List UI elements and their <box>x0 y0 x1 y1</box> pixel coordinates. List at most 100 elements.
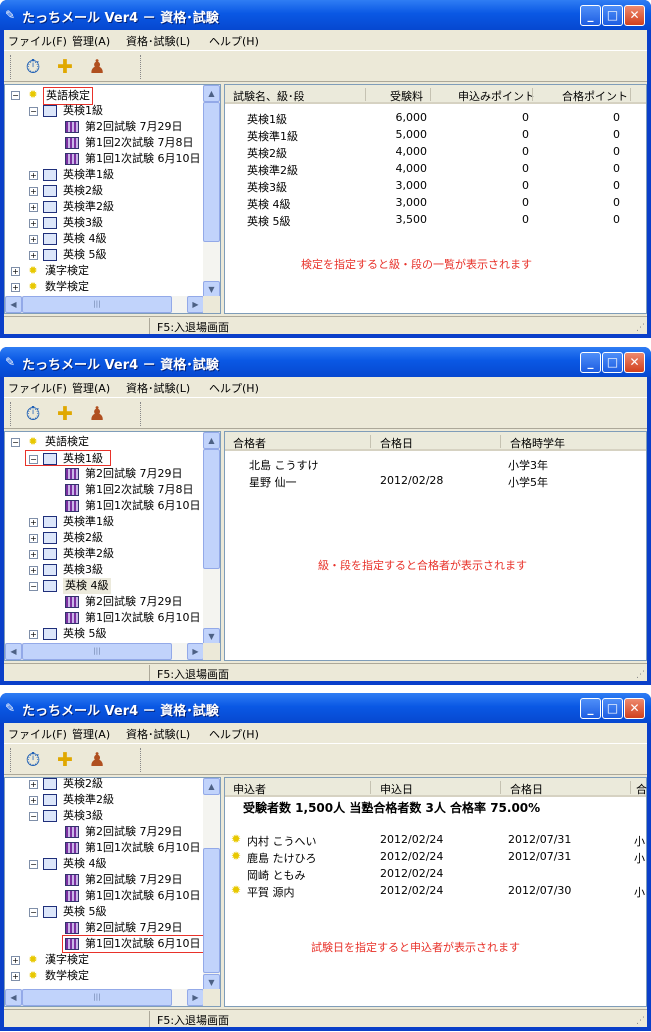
scroll-thumb[interactable] <box>203 449 220 569</box>
tree-vertical-scrollbar[interactable]: ▲ ▼ <box>203 778 220 991</box>
menu-help[interactable]: ヘルプ(H) <box>209 380 259 396</box>
column-header[interactable]: 試験名、級･段 <box>233 88 305 104</box>
tree-node-exam-selected[interactable]: 第1回1次試験 6月10日 <box>62 935 204 953</box>
scroll-up-arrow-icon[interactable]: ▲ <box>203 85 220 102</box>
expand-icon[interactable]: + <box>11 267 20 276</box>
scroll-thumb[interactable]: ||| <box>22 989 172 1006</box>
expand-icon[interactable]: + <box>29 630 38 639</box>
tree-vertical-scrollbar[interactable]: ▲ ▼ <box>203 432 220 645</box>
maximize-button[interactable]: □ <box>602 352 623 373</box>
scroll-right-arrow-icon[interactable]: ▶ <box>187 989 204 1006</box>
toolbar-grip[interactable] <box>10 402 13 426</box>
add-database-icon[interactable]: ✚ <box>52 401 78 427</box>
column-header[interactable]: 申込者 <box>233 781 266 797</box>
stopwatch-icon[interactable]: ⏱ <box>20 401 46 427</box>
stopwatch-icon[interactable]: ⏱ <box>20 747 46 773</box>
scroll-up-arrow-icon[interactable]: ▲ <box>203 778 220 795</box>
expand-icon[interactable]: + <box>29 566 38 575</box>
collapse-icon[interactable]: − <box>29 908 38 917</box>
collapse-icon[interactable]: − <box>29 455 38 464</box>
menu-file[interactable]: ファイル(F) <box>8 380 67 396</box>
expand-icon[interactable]: + <box>11 283 20 292</box>
collapse-icon[interactable]: − <box>11 438 20 447</box>
tree-horizontal-scrollbar[interactable]: ◀ ||| ▶ <box>5 296 204 313</box>
collapse-icon[interactable]: − <box>29 860 38 869</box>
title-bar[interactable]: ✎ たっちメール Ver4 － 資格･試験 _ □ ✕ <box>0 693 651 723</box>
users-icon[interactable]: ♟ <box>84 747 110 773</box>
menu-manage[interactable]: 管理(A) <box>72 726 110 742</box>
add-database-icon[interactable]: ✚ <box>52 54 78 80</box>
scroll-up-arrow-icon[interactable]: ▲ <box>203 432 220 449</box>
users-icon[interactable]: ♟ <box>84 54 110 80</box>
minimize-button[interactable]: _ <box>580 698 601 719</box>
title-bar[interactable]: ✎ たっちメール Ver4 － 資格･試験 _ □ ✕ <box>0 0 651 30</box>
tree-vertical-scrollbar[interactable]: ▲ ▼ <box>203 85 220 298</box>
maximize-button[interactable]: □ <box>602 698 623 719</box>
resize-grip-icon[interactable]: ⋰ <box>636 670 645 680</box>
tree-horizontal-scrollbar[interactable]: ◀ ||| ▶ <box>5 989 204 1006</box>
expand-icon[interactable]: + <box>29 235 38 244</box>
expand-icon[interactable]: + <box>29 187 38 196</box>
scroll-left-arrow-icon[interactable]: ◀ <box>5 296 22 313</box>
users-icon[interactable]: ♟ <box>84 401 110 427</box>
menu-manage[interactable]: 管理(A) <box>72 33 110 49</box>
column-header[interactable]: 合格日 <box>510 781 543 797</box>
menu-exam[interactable]: 資格･試験(L) <box>126 380 190 396</box>
collapse-icon[interactable]: − <box>29 107 38 116</box>
title-bar[interactable]: ✎ たっちメール Ver4 － 資格･試験 _ □ ✕ <box>0 347 651 377</box>
stopwatch-icon[interactable]: ⏱ <box>20 54 46 80</box>
column-header[interactable]: 合格ポイント <box>562 88 628 104</box>
expand-icon[interactable]: + <box>29 251 38 260</box>
toolbar-grip[interactable] <box>140 748 143 772</box>
scroll-thumb[interactable] <box>203 848 220 973</box>
resize-grip-icon[interactable]: ⋰ <box>636 323 645 333</box>
menu-help[interactable]: ヘルプ(H) <box>209 726 259 742</box>
toolbar-grip[interactable] <box>10 55 13 79</box>
column-header[interactable]: 合格者 <box>233 435 266 451</box>
expand-icon[interactable]: + <box>29 550 38 559</box>
collapse-icon[interactable]: − <box>11 91 20 100</box>
column-header[interactable]: 合格時学年 <box>510 435 565 451</box>
close-button[interactable]: ✕ <box>624 5 645 26</box>
column-header[interactable]: 申込日 <box>380 781 413 797</box>
scroll-thumb[interactable] <box>203 102 220 242</box>
scroll-thumb[interactable]: ||| <box>22 296 172 313</box>
close-button[interactable]: ✕ <box>624 698 645 719</box>
expand-icon[interactable]: + <box>29 534 38 543</box>
scroll-left-arrow-icon[interactable]: ◀ <box>5 989 22 1006</box>
add-database-icon[interactable]: ✚ <box>52 747 78 773</box>
scroll-right-arrow-icon[interactable]: ▶ <box>187 296 204 313</box>
expand-icon[interactable]: + <box>29 780 38 789</box>
toolbar-grip[interactable] <box>10 748 13 772</box>
column-header[interactable]: 合格日 <box>380 435 413 451</box>
maximize-button[interactable]: □ <box>602 5 623 26</box>
tree-horizontal-scrollbar[interactable]: ◀ ||| ▶ <box>5 643 204 660</box>
menu-manage[interactable]: 管理(A) <box>72 380 110 396</box>
resize-grip-icon[interactable]: ⋰ <box>636 1016 645 1026</box>
expand-icon[interactable]: + <box>11 972 20 981</box>
menu-exam[interactable]: 資格･試験(L) <box>126 726 190 742</box>
menu-file[interactable]: ファイル(F) <box>8 33 67 49</box>
expand-icon[interactable]: + <box>29 171 38 180</box>
menu-help[interactable]: ヘルプ(H) <box>209 33 259 49</box>
minimize-button[interactable]: _ <box>580 352 601 373</box>
expand-icon[interactable]: + <box>29 203 38 212</box>
column-header[interactable]: 受験料 <box>390 88 423 104</box>
scroll-thumb[interactable]: ||| <box>22 643 172 660</box>
minimize-button[interactable]: _ <box>580 5 601 26</box>
column-header[interactable]: 申込みポイント <box>458 88 535 104</box>
toolbar-grip[interactable] <box>140 55 143 79</box>
expand-icon[interactable]: + <box>29 796 38 805</box>
menu-file[interactable]: ファイル(F) <box>8 726 67 742</box>
expand-icon[interactable]: + <box>11 956 20 965</box>
scroll-right-arrow-icon[interactable]: ▶ <box>187 643 204 660</box>
close-button[interactable]: ✕ <box>624 352 645 373</box>
expand-icon[interactable]: + <box>29 518 38 527</box>
toolbar-grip[interactable] <box>140 402 143 426</box>
expand-icon[interactable]: + <box>29 219 38 228</box>
collapse-icon[interactable]: − <box>29 812 38 821</box>
collapse-icon[interactable]: − <box>29 582 38 591</box>
menu-exam[interactable]: 資格･試験(L) <box>126 33 190 49</box>
tree-node-grade1[interactable]: − 英検1級 <box>25 450 111 466</box>
column-header[interactable]: 合 <box>636 781 647 797</box>
